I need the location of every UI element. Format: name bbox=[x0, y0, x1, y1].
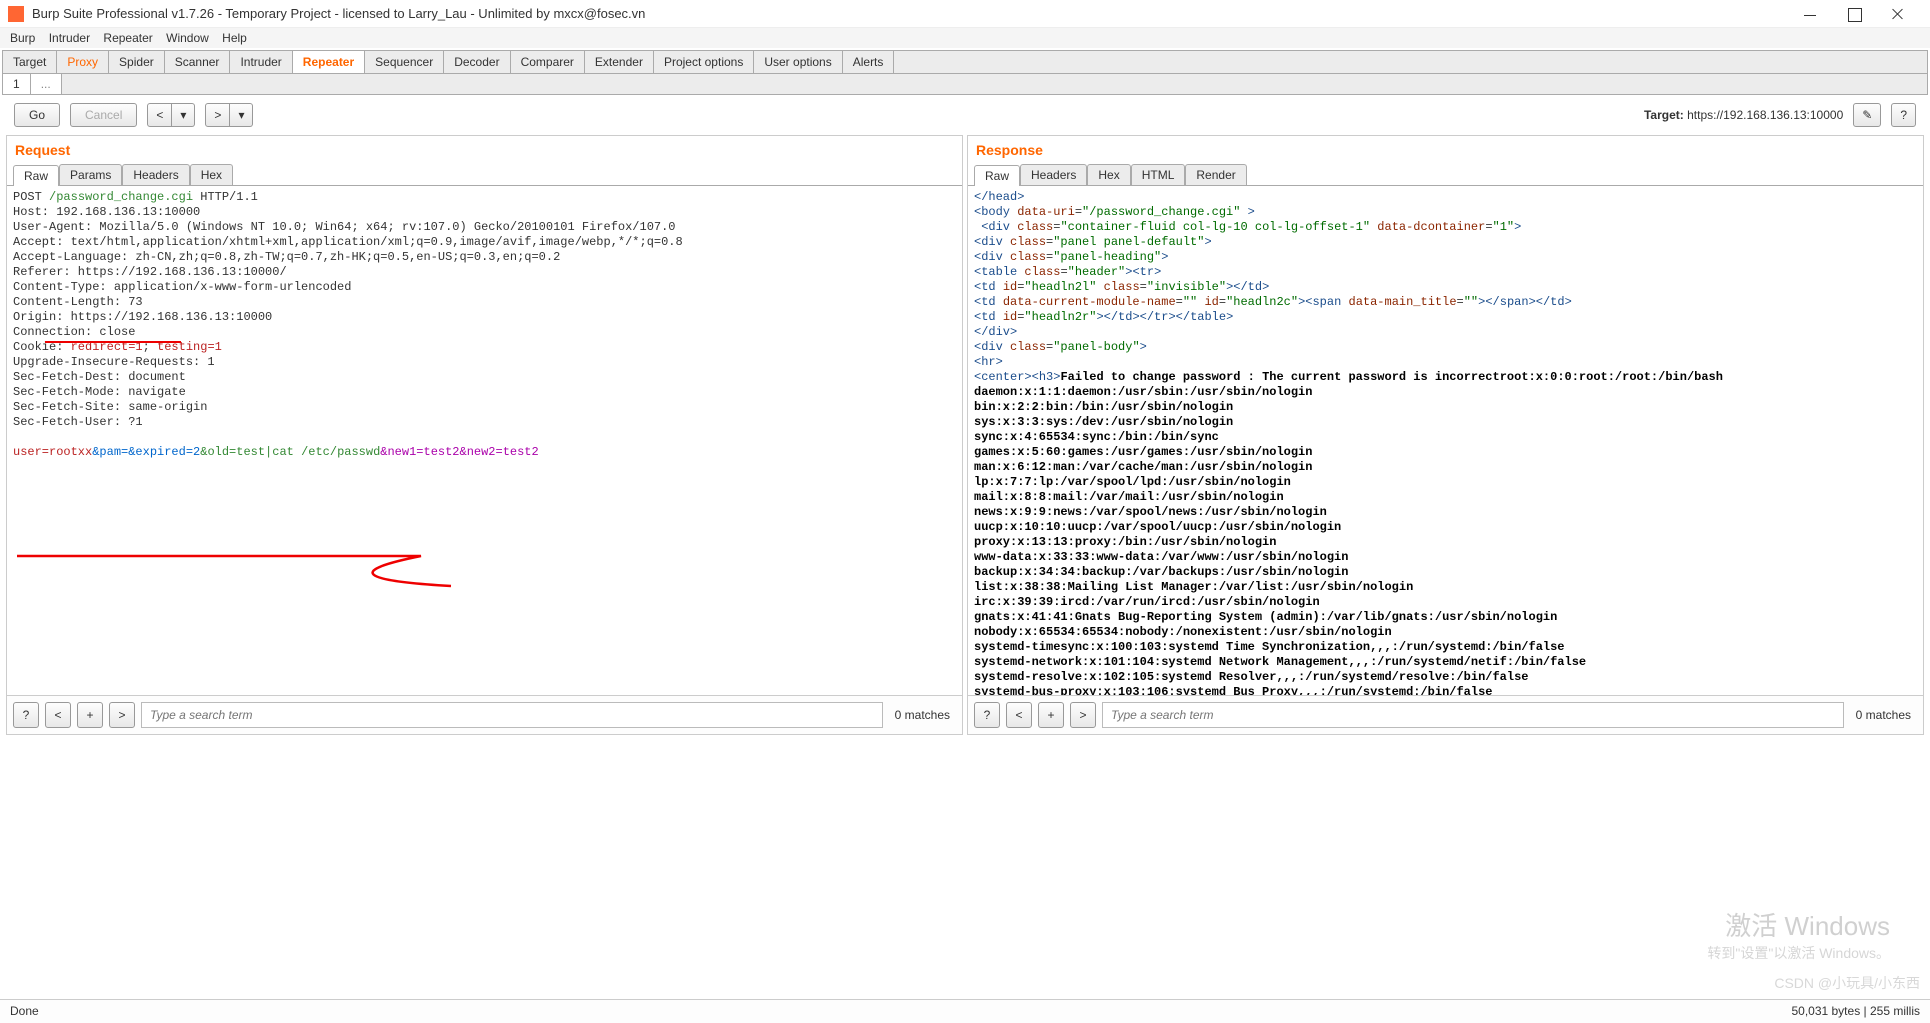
cancel-button[interactable]: Cancel bbox=[70, 103, 137, 127]
tab-alerts[interactable]: Alerts bbox=[843, 51, 895, 73]
target-display: Target: https://192.168.136.13:10000 bbox=[1644, 108, 1843, 122]
maximize-button[interactable] bbox=[1846, 6, 1862, 22]
request-search-prev[interactable]: < bbox=[45, 702, 71, 728]
history-next-button[interactable]: > bbox=[205, 103, 230, 127]
response-tab-hex[interactable]: Hex bbox=[1087, 164, 1130, 185]
response-tabs: Raw Headers Hex HTML Render bbox=[968, 164, 1923, 186]
tab-intruder[interactable]: Intruder bbox=[230, 51, 292, 73]
menu-intruder[interactable]: Intruder bbox=[49, 31, 90, 45]
request-searchbar: ? < + > 0 matches bbox=[7, 695, 962, 734]
target-value: https://192.168.136.13:10000 bbox=[1687, 108, 1843, 122]
response-searchbar: ? < + > 0 matches bbox=[968, 695, 1923, 734]
request-search-help[interactable]: ? bbox=[13, 702, 39, 728]
history-next-group: > ▾ bbox=[205, 103, 253, 127]
tab-proxy[interactable]: Proxy bbox=[57, 51, 109, 73]
tab-comparer[interactable]: Comparer bbox=[511, 51, 585, 73]
tab-user-options[interactable]: User options bbox=[754, 51, 842, 73]
menubar: Burp Intruder Repeater Window Help bbox=[0, 28, 1930, 48]
main-tabs: Target Proxy Spider Scanner Intruder Rep… bbox=[2, 50, 1928, 74]
window-controls bbox=[1802, 6, 1922, 22]
repeater-tab-add[interactable]: ... bbox=[31, 74, 62, 94]
repeater-tab-1[interactable]: 1 bbox=[3, 74, 31, 94]
response-search-input[interactable] bbox=[1102, 702, 1844, 728]
request-search-input[interactable] bbox=[141, 702, 883, 728]
request-tab-raw[interactable]: Raw bbox=[13, 165, 59, 186]
response-search-prev[interactable]: < bbox=[1006, 702, 1032, 728]
csdn-watermark: CSDN @小玩具/小东西 bbox=[1774, 973, 1920, 993]
tab-sequencer[interactable]: Sequencer bbox=[365, 51, 444, 73]
tab-spider[interactable]: Spider bbox=[109, 51, 165, 73]
response-search-next[interactable]: > bbox=[1070, 702, 1096, 728]
response-search-add[interactable]: + bbox=[1038, 702, 1064, 728]
request-editor[interactable]: POST /password_change.cgi HTTP/1.1 Host:… bbox=[7, 186, 962, 695]
repeater-toolbar: Go Cancel < ▾ > ▾ Target: https://192.16… bbox=[0, 95, 1930, 135]
windows-activation-watermark: 激活 Windows 转到"设置"以激活 Windows。 bbox=[1707, 906, 1890, 963]
statusbar: Done 50,031 bytes | 255 millis bbox=[0, 999, 1930, 1023]
response-tab-render[interactable]: Render bbox=[1185, 164, 1246, 185]
request-pane: Request Raw Params Headers Hex POST /pas… bbox=[6, 135, 963, 735]
repeater-panes: Request Raw Params Headers Hex POST /pas… bbox=[0, 135, 1930, 735]
repeater-subtabs: 1 ... bbox=[2, 74, 1928, 95]
request-tab-params[interactable]: Params bbox=[59, 164, 122, 185]
request-search-next[interactable]: > bbox=[109, 702, 135, 728]
tab-extender[interactable]: Extender bbox=[585, 51, 654, 73]
history-prev-button[interactable]: < bbox=[147, 103, 172, 127]
response-tab-raw[interactable]: Raw bbox=[974, 165, 1020, 186]
app-icon bbox=[8, 6, 24, 22]
history-prev-dd[interactable]: ▾ bbox=[172, 103, 195, 127]
window-titlebar: Burp Suite Professional v1.7.26 - Tempor… bbox=[0, 0, 1930, 28]
response-tab-html[interactable]: HTML bbox=[1131, 164, 1186, 185]
target-edit-button[interactable]: ✎ bbox=[1853, 103, 1881, 127]
response-tab-headers[interactable]: Headers bbox=[1020, 164, 1087, 185]
menu-window[interactable]: Window bbox=[166, 31, 209, 45]
target-label: Target: bbox=[1644, 108, 1687, 122]
close-button[interactable] bbox=[1890, 6, 1906, 22]
request-title: Request bbox=[7, 136, 962, 164]
status-bytes: 50,031 bytes | 255 millis bbox=[1791, 1004, 1920, 1018]
tab-target[interactable]: Target bbox=[3, 51, 57, 73]
response-title: Response bbox=[968, 136, 1923, 164]
tab-scanner[interactable]: Scanner bbox=[165, 51, 231, 73]
tab-project-options[interactable]: Project options bbox=[654, 51, 754, 73]
response-viewer[interactable]: </head> <body data-uri="/password_change… bbox=[968, 186, 1923, 695]
tab-repeater[interactable]: Repeater bbox=[293, 51, 365, 73]
request-search-add[interactable]: + bbox=[77, 702, 103, 728]
minimize-button[interactable] bbox=[1802, 6, 1818, 22]
tab-decoder[interactable]: Decoder bbox=[444, 51, 510, 73]
request-tabs: Raw Params Headers Hex bbox=[7, 164, 962, 186]
request-tab-headers[interactable]: Headers bbox=[122, 164, 189, 185]
history-next-dd[interactable]: ▾ bbox=[230, 103, 253, 127]
response-pane: Response Raw Headers Hex HTML Render </h… bbox=[967, 135, 1924, 735]
target-help-button[interactable]: ? bbox=[1891, 103, 1916, 127]
response-search-help[interactable]: ? bbox=[974, 702, 1000, 728]
history-prev-group: < ▾ bbox=[147, 103, 195, 127]
menu-help[interactable]: Help bbox=[222, 31, 247, 45]
response-search-matches: 0 matches bbox=[1850, 708, 1917, 722]
menu-repeater[interactable]: Repeater bbox=[103, 31, 152, 45]
request-search-matches: 0 matches bbox=[889, 708, 956, 722]
go-button[interactable]: Go bbox=[14, 103, 60, 127]
window-title: Burp Suite Professional v1.7.26 - Tempor… bbox=[32, 6, 1802, 21]
status-text: Done bbox=[10, 1004, 39, 1018]
menu-burp[interactable]: Burp bbox=[10, 31, 35, 45]
request-tab-hex[interactable]: Hex bbox=[190, 164, 233, 185]
